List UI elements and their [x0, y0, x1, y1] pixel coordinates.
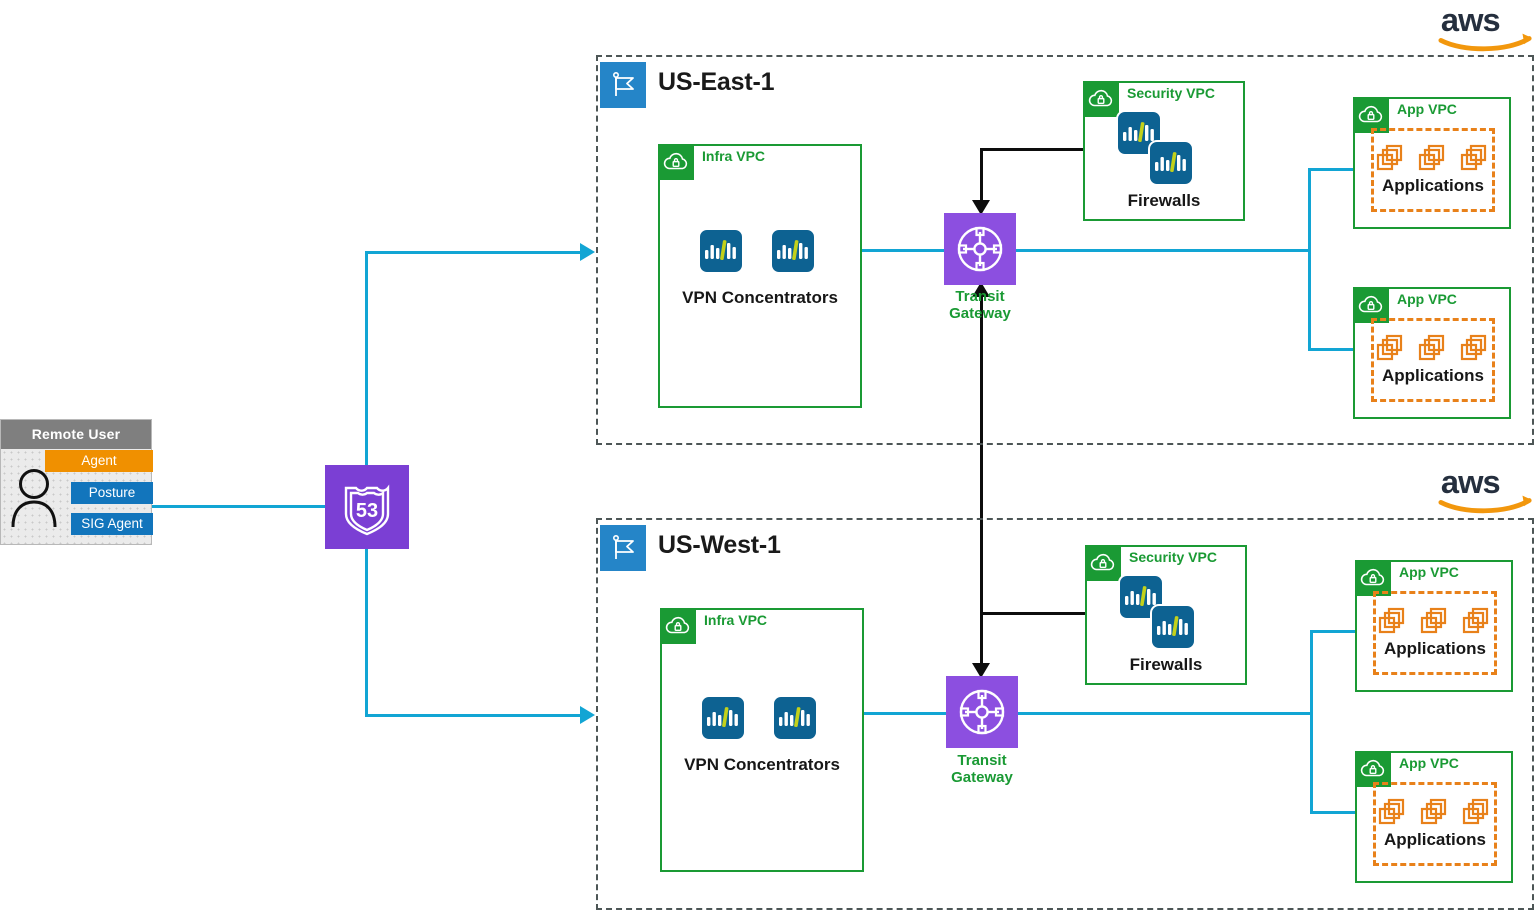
cisco-device-icon-west-vpn-2 — [772, 695, 818, 741]
link-route53-to-us-east — [365, 251, 580, 254]
vpc-label-west-app-2: App VPC — [1399, 755, 1459, 771]
tgw-label-line1-west: Transit — [957, 752, 1007, 769]
vpc-label-west-infra: Infra VPC — [704, 612, 768, 628]
vpc-cloud-lock-icon-east-infra — [658, 144, 694, 180]
vpc-cloud-lock-icon-west-infra — [660, 608, 696, 644]
apps-label-west-2: Applications — [1383, 830, 1486, 849]
application-stack-icon — [1420, 798, 1447, 825]
remote-user-card[interactable]: Remote User Agent Posture SIG Agent — [0, 419, 153, 545]
remote-user-title: Remote User — [1, 420, 151, 449]
transit-gateway-node-east[interactable] — [944, 213, 1016, 285]
application-stack-icon — [1378, 798, 1405, 825]
apps-group-east-1: Applications — [1371, 128, 1495, 212]
vpc-label-east-security: Security VPC — [1127, 85, 1215, 101]
application-stack-icon — [1462, 798, 1489, 825]
region-label-us-west-1: US-West-1 — [658, 531, 781, 559]
application-stack-icon — [1418, 144, 1445, 171]
vpc-label-west-app-1: App VPC — [1399, 564, 1459, 580]
caption-east-firewalls: Firewalls — [1127, 191, 1201, 210]
pill-sig-agent[interactable]: SIG Agent — [71, 513, 153, 535]
apps-icon-row — [1376, 334, 1490, 364]
application-stack-icon — [1420, 607, 1447, 634]
application-stack-icon — [1376, 334, 1403, 361]
application-stack-icon — [1376, 144, 1403, 171]
vpc-label-east-app-1: App VPC — [1397, 101, 1457, 117]
apps-label-west-1: Applications — [1383, 639, 1486, 658]
svg-text:53: 53 — [356, 500, 378, 522]
aws-logo-bottom: aws — [1438, 463, 1534, 519]
apps-icon-row — [1378, 607, 1492, 637]
apps-label-east-2: Applications — [1381, 366, 1484, 385]
caption-west-vpn-concentrators: VPN Concentrators — [684, 755, 840, 774]
vpc-label-east-app-2: App VPC — [1397, 291, 1457, 307]
arrowhead-us-west-ingress — [580, 706, 595, 724]
vpc-cloud-lock-icon-west-security — [1085, 545, 1121, 581]
tgw-label-line1-east: Transit — [955, 288, 1005, 305]
route53-node[interactable]: 53 — [325, 465, 409, 549]
region-flag-icon-us-west-1 — [600, 525, 646, 571]
vpc-cloud-lock-icon-east-security — [1083, 81, 1119, 117]
caption-east-vpn-concentrators: VPN Concentrators — [682, 288, 838, 307]
remote-user-body: Agent Posture SIG Agent — [1, 449, 153, 544]
apps-group-west-2: Applications — [1373, 782, 1497, 866]
apps-label-east-1: Applications — [1381, 176, 1484, 195]
cisco-device-icon-west-fw-2 — [1150, 604, 1196, 650]
cisco-device-icon-east-vpn-1 — [698, 228, 744, 274]
application-stack-icon — [1418, 334, 1445, 361]
apps-group-west-1: Applications — [1373, 591, 1497, 675]
tgw-label-line2-west: Gateway — [951, 769, 1013, 786]
aws-logo-top: aws — [1438, 1, 1534, 57]
cisco-device-icon-east-fw-2 — [1148, 140, 1194, 186]
application-stack-icon — [1462, 607, 1489, 634]
person-icon — [11, 469, 57, 528]
tgw-label-line2-east: Gateway — [949, 305, 1011, 322]
pill-agent[interactable]: Agent — [45, 450, 153, 472]
route53-shield-icon: 53 — [344, 484, 390, 536]
caption-east-transit-gateway: Transit Gateway — [910, 288, 1050, 322]
vpc-label-east-infra: Infra VPC — [702, 148, 766, 164]
region-label-us-east-1: US-East-1 — [658, 68, 775, 96]
vpc-box-east-infra: Infra VPC — [658, 144, 862, 408]
svg-text:aws: aws — [1441, 2, 1500, 38]
apps-group-east-2: Applications — [1371, 318, 1495, 402]
cisco-device-icon-west-vpn-1 — [700, 695, 746, 741]
application-stack-icon — [1378, 607, 1405, 634]
svg-text:aws: aws — [1441, 464, 1500, 500]
region-flag-icon-us-east-1 — [600, 62, 646, 108]
apps-icon-row — [1378, 798, 1492, 828]
transit-gateway-icon — [957, 226, 1003, 272]
arrowhead-us-east-ingress — [580, 243, 595, 261]
transit-gateway-node-west[interactable] — [946, 676, 1018, 748]
transit-gateway-icon — [959, 689, 1005, 735]
vpc-box-west-infra: Infra VPC — [660, 608, 864, 872]
caption-west-transit-gateway: Transit Gateway — [912, 752, 1052, 786]
apps-icon-row — [1376, 144, 1490, 174]
link-user-to-route53 — [152, 505, 325, 508]
diagram-canvas: Remote User Agent Posture SIG Agent 53 a… — [0, 0, 1534, 910]
vpc-label-west-security: Security VPC — [1129, 549, 1217, 565]
cisco-device-icon-east-vpn-2 — [770, 228, 816, 274]
link-route53-to-us-west — [365, 714, 580, 717]
pill-posture[interactable]: Posture — [71, 482, 153, 504]
caption-west-firewalls: Firewalls — [1129, 655, 1203, 674]
application-stack-icon — [1460, 334, 1487, 361]
application-stack-icon — [1460, 144, 1487, 171]
